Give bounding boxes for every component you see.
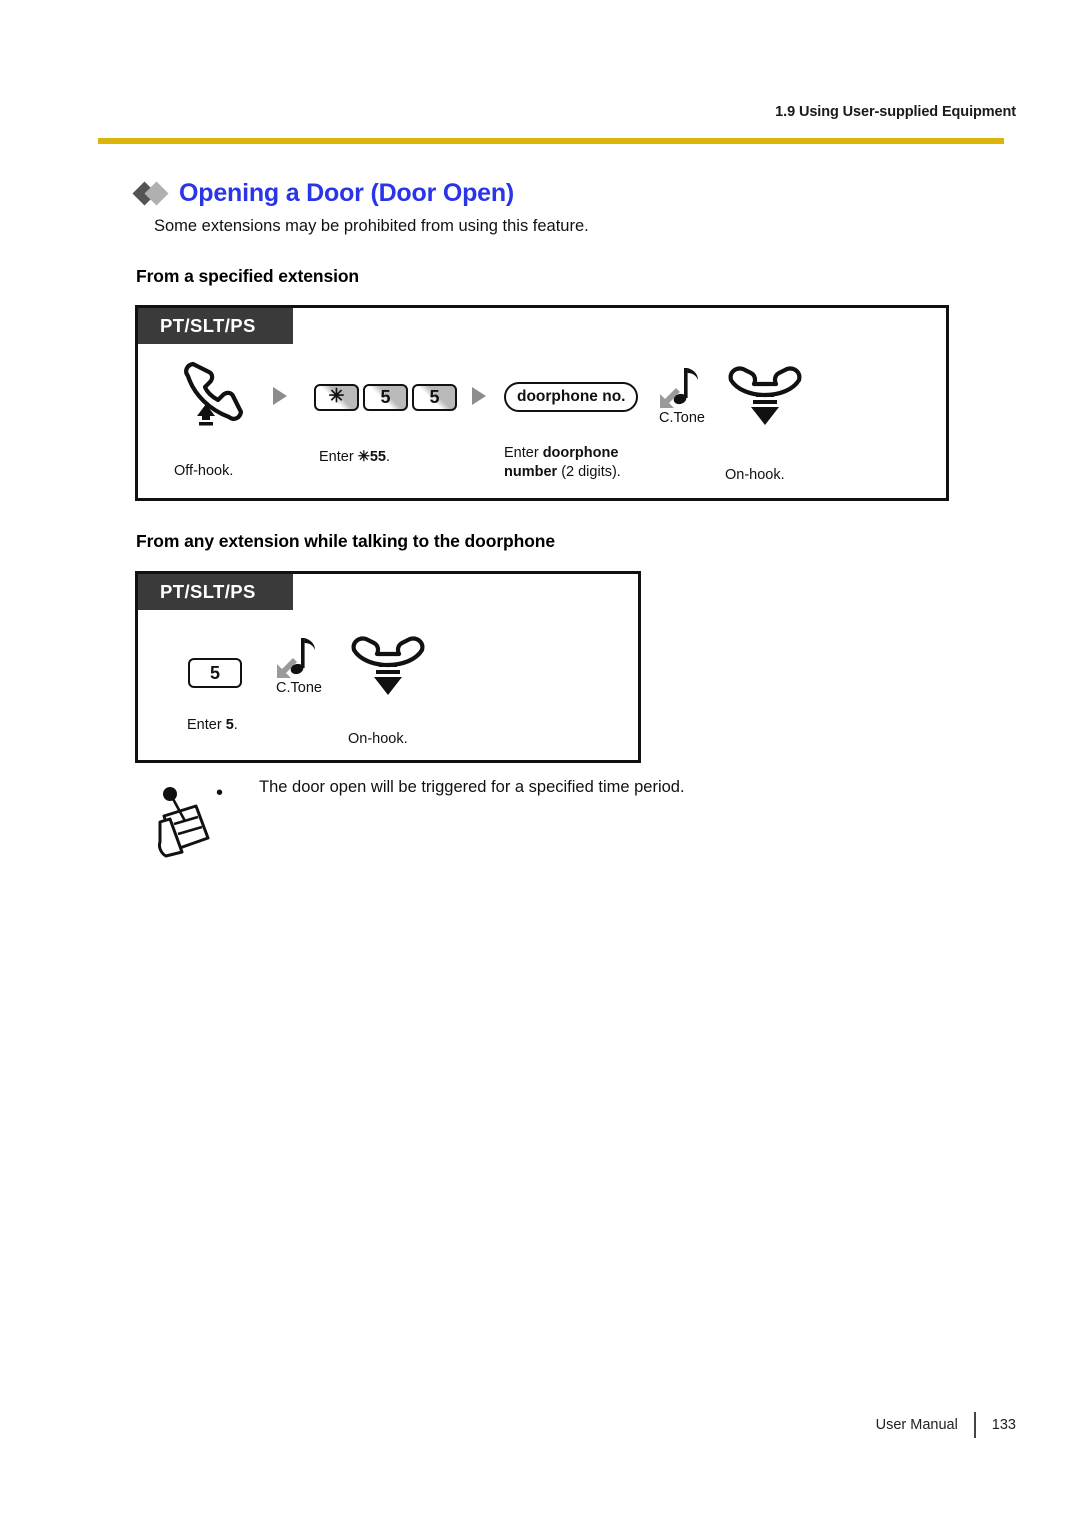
- step-off-hook: Off-hook.: [174, 358, 260, 479]
- page-header: 1.9 Using User-supplied Equipment: [0, 104, 1080, 148]
- note-text: The door open will be triggered for a sp…: [259, 778, 685, 796]
- step-caption-doorphone: Enter doorphone number (2 digits).: [504, 444, 664, 481]
- step-on-hook: On-hook.: [723, 362, 807, 483]
- page-title: Opening a Door (Door Open): [179, 178, 515, 207]
- note-memo-icon: [152, 786, 218, 858]
- offhook-handset-icon: [174, 358, 260, 430]
- step-caption-enter-star-55: Enter ✳55.: [319, 448, 390, 467]
- footer-label: User Manual: [875, 1417, 958, 1433]
- step-enter-5: 5 Enter 5.: [187, 658, 242, 733]
- key-5-first[interactable]: 5: [363, 384, 408, 411]
- caption-suffix: (2 digits).: [557, 463, 621, 480]
- onhook-handset-icon: [346, 632, 430, 704]
- step-caption-on-hook: On-hook.: [725, 467, 785, 483]
- note-bullet: •: [216, 782, 224, 804]
- step-enter-doorphone-number: doorphone no. Enter doorphone number (2 …: [504, 382, 639, 480]
- step-caption-off-hook: Off-hook.: [174, 463, 234, 479]
- key-star-label: ✳: [328, 386, 345, 407]
- step-caption-on-hook: On-hook.: [348, 731, 408, 747]
- key-5-second[interactable]: 5: [412, 384, 457, 411]
- key-5-label: 5: [209, 662, 220, 683]
- triangle-right-icon: [273, 387, 287, 405]
- caption-suffix: .: [233, 717, 238, 733]
- flow-arrow-1: [273, 387, 287, 405]
- caption-bold: 5: [225, 717, 234, 733]
- key-5-first-label: 5: [380, 387, 391, 407]
- key-star[interactable]: ✳: [314, 384, 359, 411]
- step-confirmation-tone: C.Tone: [271, 634, 327, 696]
- section-title: Opening a Door (Door Open): [132, 175, 515, 211]
- subheading-any-extension: From any extension while talking to the …: [136, 531, 556, 551]
- step-enter-star-55: ✳ 5 5 Enter ✳55.: [314, 384, 457, 465]
- step-confirmation-tone: C.Tone: [654, 364, 710, 426]
- flow-arrow-2: [472, 387, 486, 405]
- caption-prefix: Enter: [319, 449, 358, 465]
- step-sequence: Off-hook. ✳ 5 5 Enter ✳55. doorphone no.: [138, 344, 946, 498]
- footer-divider: [973, 1412, 976, 1438]
- keypad-5: 5: [188, 658, 242, 688]
- device-tag: PT/SLT/PS: [138, 574, 293, 610]
- key-5[interactable]: 5: [188, 658, 242, 688]
- confirmation-tone-label: C.Tone: [659, 410, 705, 426]
- page-footer: User Manual 133: [876, 1412, 1016, 1438]
- subheading-specified-extension: From a specified extension: [136, 266, 360, 286]
- step-caption-enter-5: Enter 5.: [187, 716, 238, 735]
- note-block: • The door open will be triggered for a …: [152, 778, 912, 858]
- onhook-handset-icon: [723, 362, 807, 434]
- header-section-title: 1.9 Using User-supplied Equipment: [775, 104, 1016, 120]
- header-rule: [98, 138, 1004, 144]
- procedure-box-any-extension: PT/SLT/PS 5 Enter 5. C.Tone On-hook.: [135, 571, 641, 763]
- key-5-second-label: 5: [429, 387, 440, 407]
- caption-prefix: Enter: [187, 717, 226, 733]
- device-tag: PT/SLT/PS: [138, 308, 293, 344]
- intro-text: Some extensions may be prohibited from u…: [154, 217, 589, 235]
- triangle-right-icon: [472, 387, 486, 405]
- step-sequence: 5 Enter 5. C.Tone On-hook.: [138, 610, 638, 760]
- confirmation-tone-icon: C.Tone: [271, 634, 327, 696]
- confirmation-tone-label: C.Tone: [276, 680, 322, 696]
- caption-prefix: Enter: [504, 445, 543, 461]
- keypad-star-55: ✳ 5 5: [314, 384, 457, 411]
- footer-page-number: 133: [991, 1417, 1016, 1433]
- confirmation-tone-icon: C.Tone: [654, 364, 710, 426]
- caption-suffix: .: [385, 449, 390, 465]
- step-on-hook: On-hook.: [346, 632, 430, 747]
- doorphone-number-field[interactable]: doorphone no.: [504, 382, 639, 412]
- caption-bold: ✳55: [357, 449, 386, 465]
- procedure-box-specified-extension: PT/SLT/PS Off-hook. ✳ 5 5 Enter ✳55. doo…: [135, 305, 949, 501]
